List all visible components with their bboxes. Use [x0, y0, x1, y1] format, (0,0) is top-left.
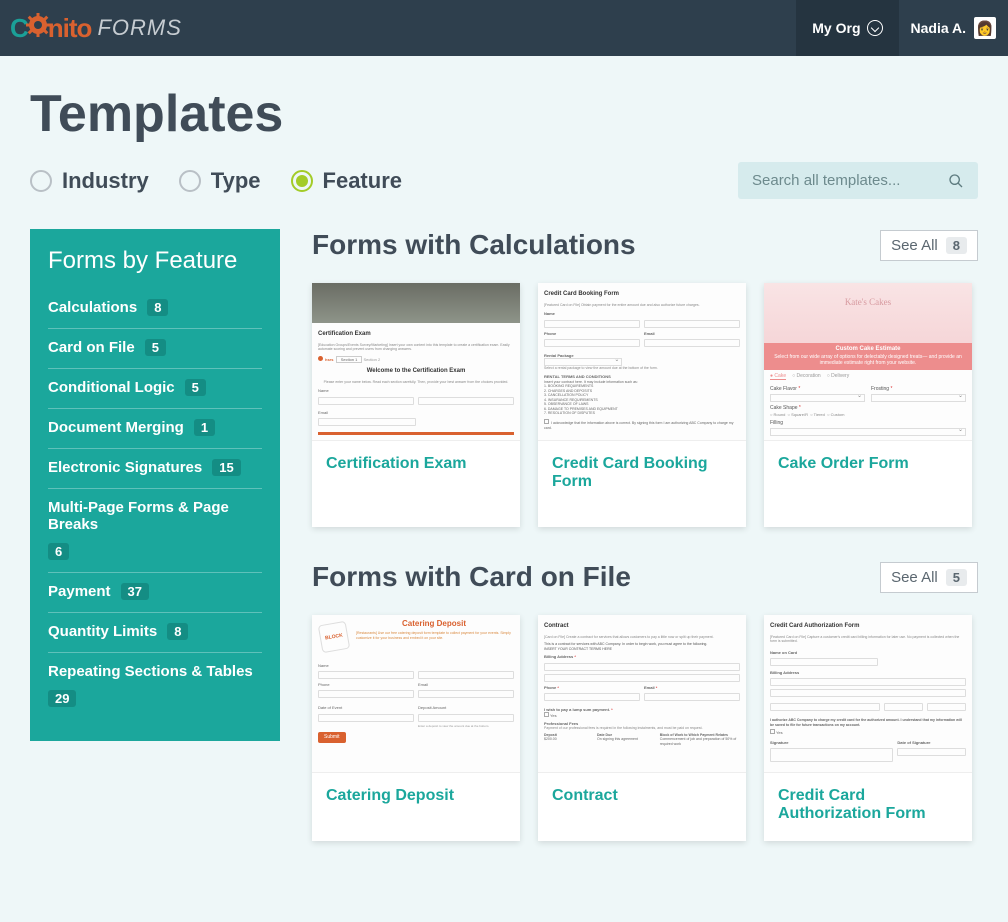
filter-label: Type — [211, 168, 261, 194]
sidebar-item-card-on-file[interactable]: Card on File 5 — [48, 329, 262, 369]
search-input[interactable] — [752, 172, 932, 189]
see-all-label: See All — [891, 569, 938, 586]
template-thumbnail: Contract [Card on File] Create a contrac… — [538, 615, 746, 773]
logo-text-nito: nito — [48, 13, 92, 44]
radio-icon — [179, 170, 201, 192]
search-box[interactable] — [738, 162, 978, 199]
chevron-down-icon — [867, 20, 883, 36]
filter-label: Industry — [62, 168, 149, 194]
section-title: Forms with Calculations — [312, 229, 636, 261]
filter-type[interactable]: Type — [179, 168, 261, 194]
template-title: Credit Card Booking Form — [538, 441, 746, 527]
see-all-button[interactable]: See All 8 — [880, 230, 978, 261]
count-badge: 5 — [185, 379, 206, 396]
filter-radio-group: Industry Type Feature — [30, 168, 402, 194]
app-header: Cnito FORMS My Org Nadia A. 👩 — [0, 0, 1008, 56]
page-title: Templates — [30, 84, 978, 144]
sidebar-item-label: Repeating Sections & Tables — [48, 663, 253, 680]
sidebar: Forms by Feature Calculations 8 Card on F… — [30, 229, 280, 741]
sidebar-item-label: Quantity Limits — [48, 623, 157, 640]
filter-feature[interactable]: Feature — [291, 168, 402, 194]
logo[interactable]: Cnito FORMS — [10, 13, 182, 44]
org-label: My Org — [812, 20, 860, 36]
template-title: Certification Exam — [312, 441, 520, 527]
filter-label: Feature — [323, 168, 402, 194]
count-badge: 29 — [48, 690, 76, 707]
sidebar-item-document-merging[interactable]: Document Merging 1 — [48, 409, 262, 449]
count-badge: 6 — [48, 543, 69, 560]
count-badge: 15 — [212, 459, 240, 476]
template-thumbnail: Certification Exam [Education Groups/Eve… — [312, 283, 520, 441]
template-card-cake-order[interactable]: Kate's Cakes Custom Cake EstimateSelect … — [764, 283, 972, 527]
section-card-on-file: Forms with Card on File See All 5 BLOCK — [312, 561, 978, 841]
template-title: Catering Deposit — [312, 773, 520, 829]
see-all-count: 8 — [946, 237, 967, 254]
sidebar-title: Forms by Feature — [48, 247, 262, 275]
radio-icon — [291, 170, 313, 192]
filter-industry[interactable]: Industry — [30, 168, 149, 194]
sidebar-item-label: Document Merging — [48, 419, 184, 436]
sidebar-item-conditional-logic[interactable]: Conditional Logic 5 — [48, 369, 262, 409]
sidebar-item-label: Card on File — [48, 339, 135, 356]
user-name: Nadia A. — [911, 20, 967, 36]
sidebar-item-label: Payment — [48, 583, 111, 600]
sidebar-item-label: Electronic Signatures — [48, 459, 202, 476]
template-card-cc-booking[interactable]: Credit Card Booking Form [Featured Card … — [538, 283, 746, 527]
sidebar-item-quantity-limits[interactable]: Quantity Limits 8 — [48, 613, 262, 653]
template-thumbnail: BLOCK Catering Deposit [Restaurants] Use… — [312, 615, 520, 773]
see-all-count: 5 — [946, 569, 967, 586]
template-thumbnail: Credit Card Authorization Form [Featured… — [764, 615, 972, 773]
sidebar-item-multi-page[interactable]: Multi-Page Forms & Page Breaks 6 — [48, 489, 262, 573]
template-card-catering-deposit[interactable]: BLOCK Catering Deposit [Restaurants] Use… — [312, 615, 520, 841]
section-calculations: Forms with Calculations See All 8 Certif… — [312, 229, 978, 527]
template-thumbnail: Credit Card Booking Form [Featured Card … — [538, 283, 746, 441]
count-badge: 37 — [121, 583, 149, 600]
sidebar-item-label: Conditional Logic — [48, 379, 175, 396]
logo-text-forms: FORMS — [97, 15, 181, 41]
user-menu[interactable]: Nadia A. 👩 — [899, 0, 1008, 56]
section-title: Forms with Card on File — [312, 561, 631, 593]
template-title: Contract — [538, 773, 746, 829]
avatar: 👩 — [974, 17, 996, 39]
gear-icon — [26, 13, 50, 44]
template-title: Credit Card Authorization Form — [764, 773, 972, 841]
sidebar-item-electronic-signatures[interactable]: Electronic Signatures 15 — [48, 449, 262, 489]
template-card-contract[interactable]: Contract [Card on File] Create a contrac… — [538, 615, 746, 841]
sidebar-item-payment[interactable]: Payment 37 — [48, 573, 262, 613]
count-badge: 8 — [147, 299, 168, 316]
search-icon — [948, 173, 964, 189]
count-badge: 8 — [167, 623, 188, 640]
template-title: Cake Order Form — [764, 441, 972, 527]
count-badge: 5 — [145, 339, 166, 356]
sidebar-item-label: Calculations — [48, 299, 137, 316]
template-card-certification-exam[interactable]: Certification Exam [Education Groups/Eve… — [312, 283, 520, 527]
see-all-button[interactable]: See All 5 — [880, 562, 978, 593]
see-all-label: See All — [891, 237, 938, 254]
sidebar-item-label: Multi-Page Forms & Page Breaks — [48, 499, 262, 533]
count-badge: 1 — [194, 419, 215, 436]
sidebar-item-calculations[interactable]: Calculations 8 — [48, 289, 262, 329]
sidebar-item-repeating-sections[interactable]: Repeating Sections & Tables 29 — [48, 653, 262, 719]
template-card-cc-auth[interactable]: Credit Card Authorization Form [Featured… — [764, 615, 972, 841]
template-thumbnail: Kate's Cakes Custom Cake EstimateSelect … — [764, 283, 972, 441]
org-switcher[interactable]: My Org — [796, 0, 898, 56]
radio-icon — [30, 170, 52, 192]
